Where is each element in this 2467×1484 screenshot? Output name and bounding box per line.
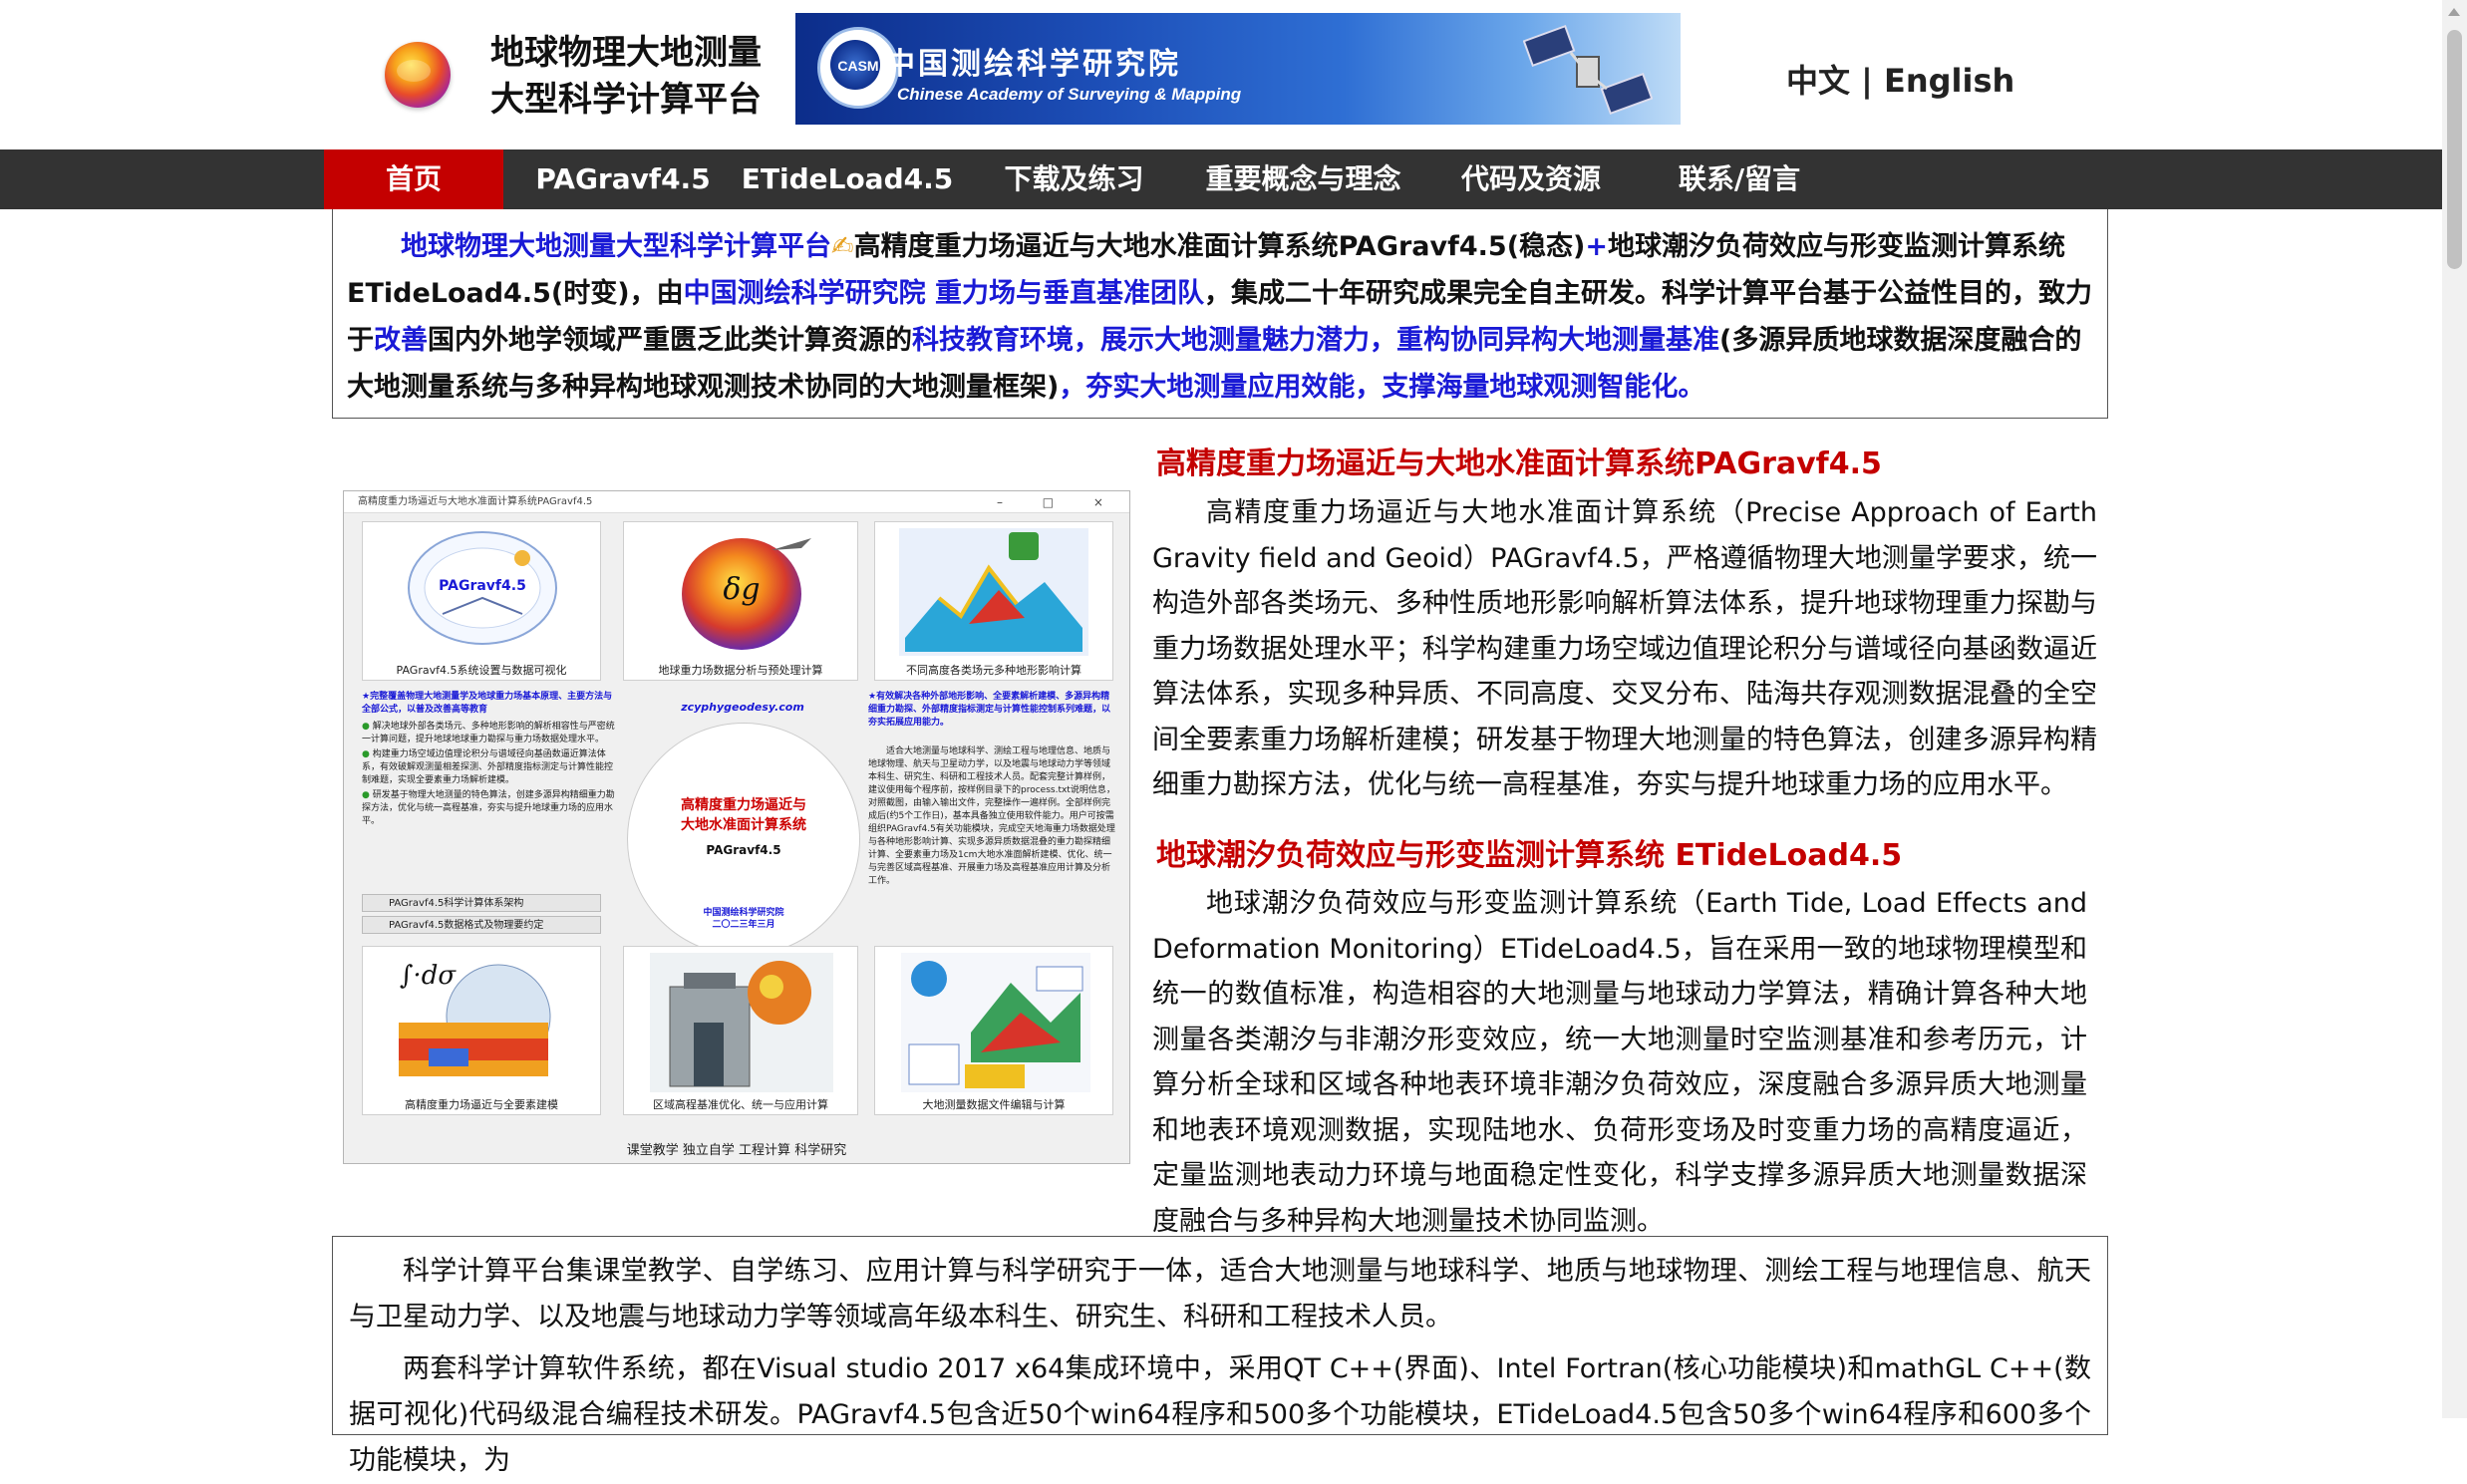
right-desc-head: ★有效解决各种外部地形影响、全要素解析建模、多源异构精细重力勘探、外部精度指标测…: [868, 692, 1111, 728]
tile2-caption: 地球重力场数据分析与预处理计算: [658, 664, 823, 677]
green-dot-icon: ●: [362, 722, 370, 732]
nav-home[interactable]: 首页: [324, 149, 503, 209]
site-title: 地球物理大地测量 大型科学计算平台: [490, 30, 789, 124]
tile1-caption: PAGravf4.5系统设置与数据可视化: [396, 664, 567, 677]
site-title-line1: 地球物理大地测量: [490, 33, 762, 73]
site-header: 地球物理大地测量 大型科学计算平台 CASM 中国测绘科学研究院 Chinese…: [0, 0, 2442, 149]
tile4-symbol: ∫·dσ: [399, 961, 457, 991]
gravity-globe-logo[interactable]: [385, 42, 451, 108]
site-title-line2: 大型科学计算平台: [490, 80, 762, 120]
datum-building-icon: [650, 953, 833, 1092]
center-title-line2: 大地水准面计算系统: [681, 817, 806, 833]
center-title-line1: 高精度重力场逼近与: [681, 797, 806, 813]
terrain-3d-icon: [899, 528, 1088, 656]
center-date: 二〇二三年三月: [712, 920, 775, 930]
tile5-caption: 区域高程基准优化、统一与应用计算: [653, 1098, 828, 1111]
tile3-caption: 不同高度各类场元多种地形影响计算: [906, 664, 1081, 677]
lang-english-link[interactable]: English: [1884, 62, 2014, 100]
left-desc-bullet2: ● 构建重力场空域边值理论积分与谱域径向基函数逼近算法体系，有效破解观测量相差探…: [362, 748, 621, 787]
nav-pagravf[interactable]: PAGravf4.5: [528, 149, 718, 209]
window-controls-icon: – □ ×: [996, 495, 1121, 509]
platform-summary-box: 科学计算平台集课堂教学、自学练习、应用计算与科学研究于一体，适合大地测量与地球科…: [332, 1236, 2108, 1476]
architecture-button[interactable]: PAGravf4.5科学计算体系架构: [362, 894, 601, 912]
scrollbar-thumb[interactable]: [2447, 30, 2462, 269]
app-mode-tabs[interactable]: 课堂教学 独立自学 工程计算 科学研究: [344, 1139, 1129, 1158]
intro-platform-name: 地球物理大地测量大型科学计算平台: [401, 231, 831, 262]
intro-text-b: 国内外地学领域严重匮乏此类计算资源的: [428, 325, 912, 356]
tile-system-settings[interactable]: PAGravf4.5 PAGravf4.5系统设置与数据可视化: [362, 521, 601, 681]
green-dot-icon: ●: [362, 790, 370, 800]
data-editing-icon: [901, 953, 1090, 1092]
writing-hand-icon: ✍: [831, 231, 854, 262]
left-desc-bullet1: ● 解决地球外部各类场元、多种地形影响的解析相容性与严密统一计算问题，提升地球地…: [362, 721, 621, 746]
green-dot-icon: ●: [362, 749, 370, 759]
tile-field-approach[interactable]: ∫·dσ 高精度重力场逼近与全要素建模: [362, 946, 601, 1115]
left-desc-bullet1-text: 解决地球外部各类场元、多种地形影响的解析相容性与严密统一计算问题，提升地球地球重…: [362, 722, 615, 744]
intro-plus: +: [1585, 231, 1609, 262]
center-title: 高精度重力场逼近与 大地水准面计算系统: [628, 795, 859, 835]
right-description: ★有效解决各种外部地形影响、全要素解析建模、多源异构精细重力勘探、外部精度指标测…: [868, 691, 1117, 888]
tile-data-analysis[interactable]: δg 地球重力场数据分析与预处理计算: [623, 521, 858, 681]
nav-etideload[interactable]: ETideLoad4.5: [738, 149, 957, 209]
pagravf-app-screenshot[interactable]: 高精度重力场逼近与大地水准面计算系统PAGravf4.5 – □ × PAGra…: [343, 490, 1130, 1164]
tile-height-datum[interactable]: 区域高程基准优化、统一与应用计算: [623, 946, 858, 1115]
etideload-section-title[interactable]: 地球潮汐负荷效应与形变监测计算系统 ETideLoad4.5: [1156, 830, 1902, 874]
nav-contact[interactable]: 联系/留言: [1650, 149, 1829, 209]
summary-paragraph-2: 两套科学计算软件系统，都在Visual studio 2017 x64集成环境中…: [349, 1353, 2091, 1476]
banner-institute-en: Chinese Academy of Surveying & Mapping: [897, 85, 1242, 104]
nav-code-resources[interactable]: 代码及资源: [1445, 149, 1617, 209]
scroll-up-arrow-icon[interactable]: [2448, 8, 2460, 16]
pagravf-section-title[interactable]: 高精度重力场逼近与大地水准面计算系统PAGravf4.5: [1156, 439, 1882, 482]
app-titlebar: 高精度重力场逼近与大地水准面计算系统PAGravf4.5 – □ ×: [344, 491, 1129, 513]
center-logo-disc: 高精度重力场逼近与 大地水准面计算系统 PAGravf4.5 中国测绘科学研究院…: [627, 723, 860, 956]
lang-separator: |: [1850, 62, 1884, 100]
right-desc-body: 适合大地测量与地球科学、测绘工程与地理信息、地质与地球物理、航天与卫星动力学，以…: [868, 746, 1115, 886]
data-format-button[interactable]: PAGravf4.5数据格式及物理要约定: [362, 916, 601, 934]
tile-terrain-effects[interactable]: 不同高度各类场元多种地形影响计算: [874, 521, 1113, 681]
nav-concepts[interactable]: 重要概念与理念: [1191, 149, 1415, 209]
lang-chinese-link[interactable]: 中文: [1786, 62, 1850, 100]
casm-banner[interactable]: CASM 中国测绘科学研究院 Chinese Academy of Survey…: [795, 13, 1681, 125]
tile6-caption: 大地测量数据文件编辑与计算: [922, 1098, 1066, 1111]
intro-pagravf-desc: 高精度重力场逼近与大地水准面计算系统PAGravf4.5(稳态): [853, 231, 1586, 262]
intro-team-name: 中国测绘科学研究院 重力场与垂直基准团队: [683, 278, 1204, 309]
center-institute: 中国测绘科学研究院 二〇二三年三月: [628, 907, 859, 931]
tile2-symbol: δg: [723, 572, 761, 607]
left-desc-bullet2-text: 构建重力场空域边值理论积分与谱域径向基函数逼近算法体系，有效破解观测量相差探测、…: [362, 749, 614, 785]
left-description: ★完整覆盖物理大地测量学及地球重力场基本原理、主要方法与全部公式，以普及改善高等…: [362, 691, 621, 828]
intro-goals: 科技教育环境，展示大地测量魅力潜力，重构协同异构大地测量基准: [912, 325, 1719, 356]
pagravf-section-body: 高精度重力场逼近与大地水准面计算系统（Precise Approach of E…: [1152, 497, 2097, 800]
left-desc-head: ★完整覆盖物理大地测量学及地球重力场基本原理、主要方法与全部公式，以普及改善高等…: [362, 692, 613, 715]
language-switch: 中文 | English: [1786, 56, 2014, 102]
center-site-link[interactable]: zcyphygeodesy.com: [627, 701, 858, 714]
summary-paragraph-1: 科学计算平台集课堂教学、自学练习、应用计算与科学研究于一体，适合大地测量与地球科…: [349, 1256, 2091, 1333]
left-desc-bullet3: ● 研发基于物理大地测量的特色算法，创建多源异构精细重力勘探方法，优化与统一高程…: [362, 789, 621, 828]
intro-improve: 改善: [374, 325, 428, 356]
center-institute-name: 中国测绘科学研究院: [703, 908, 784, 918]
tile-data-editing[interactable]: 大地测量数据文件编辑与计算: [874, 946, 1113, 1115]
nav-download[interactable]: 下载及练习: [987, 149, 1161, 209]
center-version: PAGravf4.5: [706, 843, 781, 857]
intro-goals-end: ，夯实大地测量应用效能，支撑海量地球观测智能化。: [1059, 372, 1705, 403]
tile1-logo-text: PAGravf4.5: [439, 578, 526, 594]
app-window-title: 高精度重力场逼近与大地水准面计算系统PAGravf4.5: [358, 496, 593, 507]
banner-institute-cn: 中国测绘科学研究院: [885, 47, 1181, 82]
main-nav: 首页 PAGravf4.5 ETideLoad4.5 下载及练习 重要概念与理念…: [0, 149, 2442, 209]
left-desc-bullet3-text: 研发基于物理大地测量的特色算法，创建多源异构精细重力勘探方法，优化与统一高程基准…: [362, 790, 615, 826]
etideload-section-body: 地球潮汐负荷效应与形变监测计算系统（Earth Tide, Load Effec…: [1152, 888, 2087, 1237]
tile4-caption: 高精度重力场逼近与全要素建模: [405, 1098, 558, 1111]
satellite-icon: [1523, 24, 1653, 116]
page-scrollbar[interactable]: [2442, 0, 2467, 1418]
intro-box: 地球物理大地测量大型科学计算平台✍高精度重力场逼近与大地水准面计算系统PAGra…: [332, 209, 2108, 419]
